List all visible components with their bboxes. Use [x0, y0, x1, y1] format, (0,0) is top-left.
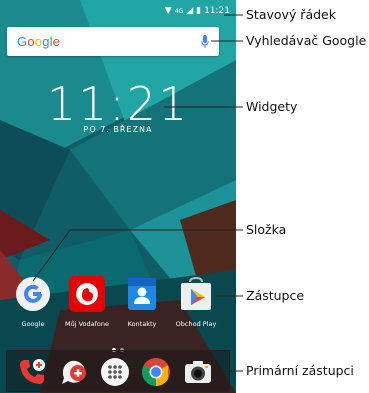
network-type-label: 4G — [174, 7, 184, 15]
microphone-icon[interactable] — [201, 34, 209, 49]
callout-shortcut: Zástupce — [246, 288, 305, 303]
callout-widgets: Widgety — [246, 99, 298, 114]
google-search-bar[interactable]: Google — [7, 27, 219, 56]
app-google[interactable]: Google — [5, 276, 61, 328]
contacts-icon — [128, 278, 156, 310]
google-logo: Google — [17, 34, 61, 49]
app-play-store[interactable]: Obchod Play — [168, 276, 224, 328]
app-drawer-icon[interactable] — [100, 357, 130, 387]
signal-icon: ◢ — [186, 6, 194, 16]
app-label: Kontakty — [127, 320, 157, 328]
callout-status-bar: Stavový řádek — [246, 7, 336, 22]
app-label: Můj Vodafone — [64, 320, 109, 328]
app-label: Obchod Play — [175, 320, 217, 328]
status-time: 11:21 — [204, 6, 230, 16]
vodafone-icon — [69, 276, 105, 312]
clock-widget-date: PO 7. BŘEZNA — [83, 125, 153, 134]
battery-icon: ▮ — [196, 6, 202, 16]
app-contacts[interactable]: Kontakty — [114, 276, 170, 328]
clock-widget-time[interactable]: 11:21 — [0, 77, 236, 131]
phone-icon[interactable] — [17, 357, 47, 387]
callout-primary-shortcuts: Primární zástupci — [246, 363, 354, 378]
wallpaper — [0, 0, 236, 393]
camera-icon[interactable] — [183, 357, 213, 387]
primary-shortcuts-dock — [6, 350, 230, 392]
messages-icon[interactable] — [59, 357, 89, 387]
phone-screen: ▼ 4G ◢ ▮ 11:21 Google 11:21 PO 7. BŘEZNA… — [0, 0, 236, 393]
app-my-vodafone[interactable]: Můj Vodafone — [59, 276, 115, 328]
status-bar: ▼ 4G ◢ ▮ 11:21 — [0, 0, 236, 22]
app-label: Google — [21, 320, 45, 328]
google-g-icon — [16, 277, 50, 311]
play-store-icon — [181, 276, 211, 310]
wifi-icon: ▼ — [164, 6, 172, 16]
callout-search: Vyhledávač Google — [246, 33, 367, 48]
chrome-icon[interactable] — [141, 357, 171, 387]
callout-folder: Složka — [246, 222, 287, 237]
